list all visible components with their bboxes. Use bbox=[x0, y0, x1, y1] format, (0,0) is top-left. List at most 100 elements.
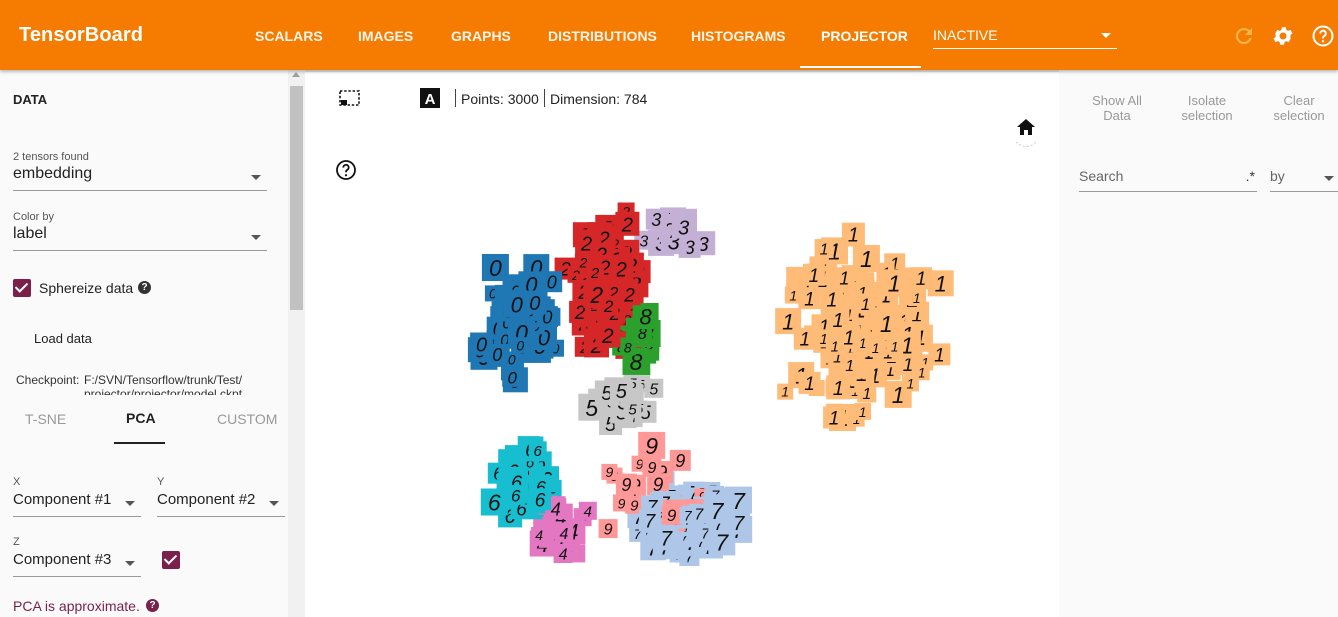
help-icon[interactable]: ? bbox=[146, 599, 159, 612]
svg-text:0: 0 bbox=[516, 337, 524, 353]
embedding-point[interactable]: 6 bbox=[505, 484, 526, 505]
embedding-point[interactable]: 2 bbox=[618, 283, 641, 306]
embedding-point[interactable]: 1 bbox=[802, 263, 825, 287]
embedding-point[interactable]: 9 bbox=[598, 519, 618, 539]
svg-text:9: 9 bbox=[675, 451, 685, 471]
tab-pca[interactable]: PCA bbox=[126, 410, 156, 426]
embedding-point[interactable]: 1 bbox=[784, 286, 802, 304]
tab-images[interactable]: IMAGES bbox=[358, 28, 413, 44]
embedding-point[interactable]: 1 bbox=[852, 245, 880, 272]
embedding-point[interactable]: 9 bbox=[642, 457, 662, 478]
embedding-point[interactable]: 1 bbox=[823, 406, 846, 430]
tensor-select[interactable]: embedding bbox=[13, 165, 267, 191]
embedding-point[interactable]: 6 bbox=[528, 441, 547, 460]
embedding-point[interactable]: 1 bbox=[814, 239, 834, 259]
color-by-select[interactable]: label bbox=[13, 225, 267, 251]
embedding-point[interactable]: 5 bbox=[609, 379, 633, 403]
load-data-button[interactable]: Load data bbox=[34, 331, 92, 346]
tab-scalars[interactable]: SCALARS bbox=[255, 28, 323, 44]
run-selector[interactable]: INACTIVE bbox=[933, 27, 1117, 49]
clear-selection-button[interactable]: Clear selection bbox=[1264, 93, 1334, 123]
embedding-point[interactable]: 9 bbox=[615, 473, 637, 495]
embedding-point[interactable]: 6 bbox=[480, 488, 508, 516]
sphereize-checkbox[interactable] bbox=[13, 279, 31, 297]
sidebar-scroll-thumb[interactable] bbox=[290, 86, 303, 310]
embedding-point[interactable]: 7 bbox=[703, 496, 731, 524]
embedding-point[interactable]: 1 bbox=[855, 293, 876, 314]
checkpoint-path-line2: projector/projector/model.ckpt bbox=[84, 387, 243, 395]
embedding-point[interactable]: 1 bbox=[854, 402, 872, 420]
svg-text:0: 0 bbox=[511, 293, 524, 318]
embedding-point[interactable]: 1 bbox=[793, 327, 816, 351]
embedding-point[interactable]: 1 bbox=[833, 267, 855, 288]
refresh-icon[interactable] bbox=[1232, 24, 1256, 48]
embedding-point[interactable]: 8 bbox=[632, 303, 659, 329]
search-by-select[interactable]: by bbox=[1270, 168, 1338, 192]
embedding-point[interactable]: 7 bbox=[679, 507, 696, 524]
svg-text:9: 9 bbox=[667, 506, 677, 525]
embedding-point[interactable]: 1 bbox=[798, 371, 821, 395]
tab-custom[interactable]: CUSTOM bbox=[217, 411, 277, 427]
embedding-point[interactable]: 0 bbox=[541, 271, 563, 292]
embedding-point[interactable]: 9 bbox=[601, 463, 618, 480]
embedding-point[interactable]: 0 bbox=[502, 366, 523, 387]
tab-projector[interactable]: PROJECTOR bbox=[821, 28, 908, 44]
embedding-point[interactable]: 9 bbox=[661, 504, 682, 525]
embedding-point[interactable]: 1 bbox=[901, 374, 919, 392]
show-all-data-button[interactable]: Show All Data bbox=[1082, 93, 1152, 123]
tab-tsne[interactable]: T-SNE bbox=[25, 411, 66, 427]
regex-toggle[interactable]: .* bbox=[1246, 168, 1255, 184]
scroll-up-arrow[interactable] bbox=[292, 72, 300, 77]
embedding-point[interactable]: 5 bbox=[644, 378, 664, 399]
embedding-point[interactable]: 1 bbox=[826, 308, 850, 332]
help-icon[interactable] bbox=[1311, 24, 1335, 48]
clear-line2: selection bbox=[1273, 108, 1325, 123]
embedding-point[interactable]: 2 bbox=[615, 211, 640, 237]
embedding-point[interactable]: 4 bbox=[554, 523, 574, 543]
embedding-point[interactable]: 1 bbox=[908, 289, 926, 307]
z-component-select[interactable]: Component #3 bbox=[13, 551, 141, 577]
embedding-point[interactable]: 1 bbox=[867, 339, 885, 356]
embedding-point[interactable]: 8 bbox=[619, 339, 636, 356]
checkpoint-label: Checkpoint: bbox=[16, 373, 80, 387]
embedding-scatter-plot[interactable]: 8306110172213526222210101105771101225715… bbox=[305, 70, 1059, 617]
embedding-point[interactable]: 6 bbox=[529, 488, 551, 511]
embedding-point[interactable]: 4 bbox=[578, 501, 597, 521]
tab-histograms[interactable]: HISTOGRAMS bbox=[691, 28, 786, 44]
embedding-point[interactable]: 1 bbox=[880, 269, 908, 297]
embedding-point[interactable]: 5 bbox=[623, 399, 642, 419]
embedding-point[interactable]: 0 bbox=[470, 332, 494, 357]
tab-graphs[interactable]: GRAPHS bbox=[451, 28, 511, 44]
embedding-point[interactable]: 2 bbox=[575, 231, 599, 256]
embedding-point[interactable]: 2 bbox=[574, 253, 592, 271]
embedding-point[interactable]: 1 bbox=[857, 383, 877, 403]
svg-text:1: 1 bbox=[831, 339, 839, 356]
search-input[interactable]: Search .* bbox=[1079, 168, 1257, 192]
embedding-point[interactable]: 4 bbox=[531, 527, 548, 543]
svg-text:5: 5 bbox=[649, 381, 658, 398]
embedding-point[interactable]: 3 bbox=[671, 214, 696, 240]
embedding-point[interactable]: 2 bbox=[598, 295, 619, 316]
embedding-point[interactable]: 1 bbox=[840, 355, 860, 375]
embedding-point[interactable]: 1 bbox=[826, 375, 851, 400]
embedding-point[interactable]: 2 bbox=[595, 322, 621, 348]
embedding-point[interactable]: 9 bbox=[669, 449, 691, 471]
embedding-point[interactable]: 1 bbox=[841, 222, 865, 247]
clear-line1: Clear bbox=[1283, 93, 1315, 108]
isolate-selection-button[interactable]: Isolate selection bbox=[1172, 93, 1242, 123]
svg-text:4: 4 bbox=[535, 527, 543, 543]
projector-canvas-area[interactable]: A Points: 3000 Dimension: 784 8306110172… bbox=[305, 70, 1059, 617]
embedding-point[interactable]: 1 bbox=[886, 337, 904, 355]
tab-distributions[interactable]: DISTRIBUTIONS bbox=[548, 28, 657, 44]
embedding-point[interactable]: 7 bbox=[638, 509, 661, 533]
settings-icon[interactable] bbox=[1271, 24, 1295, 48]
embedding-point[interactable]: 3 bbox=[645, 208, 667, 230]
embedding-point[interactable]: 0 bbox=[503, 291, 530, 318]
embedding-point[interactable]: 1 bbox=[825, 336, 844, 356]
help-icon[interactable]: ? bbox=[138, 281, 151, 294]
x-component-select[interactable]: Component #1 bbox=[13, 491, 141, 517]
y-component-select[interactable]: Component #2 bbox=[157, 491, 285, 517]
z-enable-checkbox[interactable] bbox=[162, 551, 180, 569]
chevron-down-icon bbox=[269, 501, 279, 506]
embedding-point[interactable]: 0 bbox=[512, 337, 529, 353]
